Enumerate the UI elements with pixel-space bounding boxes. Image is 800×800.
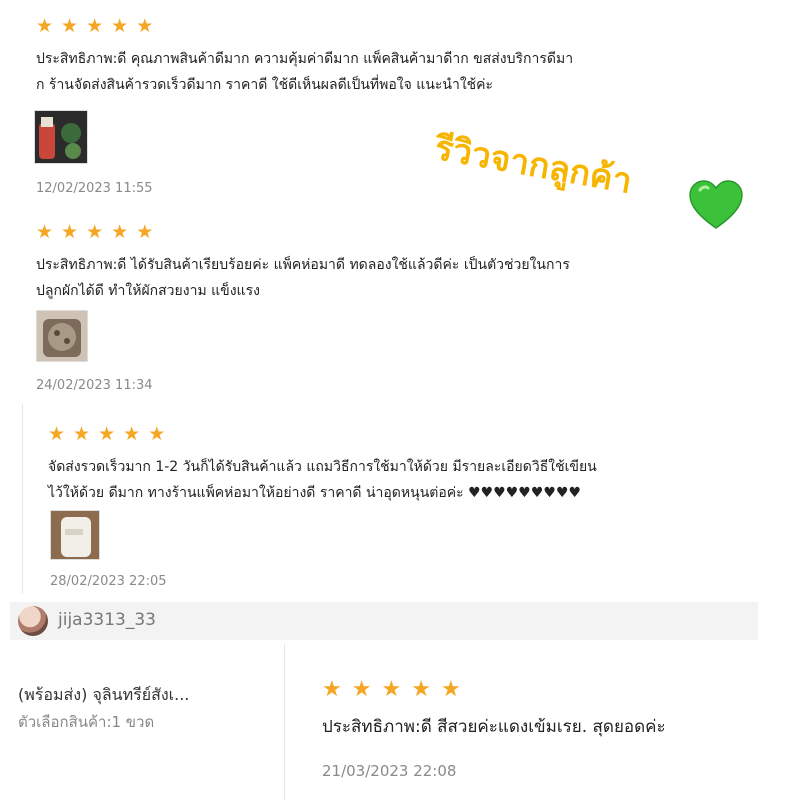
star-icon: ★ (411, 677, 431, 702)
review-date: 12/02/2023 11:55 (36, 181, 153, 196)
review-text: ประสิทธิภาพ:ดี ได้รับสินค้าเรียบร้อยค่ะ … (36, 257, 570, 299)
review-date: 21/03/2023 22:08 (322, 762, 457, 780)
star-icon: ★ (123, 423, 141, 445)
star-icon: ★ (111, 15, 129, 37)
review-photo-thumbnail[interactable] (36, 310, 88, 362)
divider (22, 404, 23, 594)
star-icon: ★ (381, 677, 402, 702)
review-1: ★ ★ ★ ★ ★ ประสิทธิภาพ:ดี คุณภาพสินค้าดีม… (36, 16, 716, 98)
overlay-title: รีวิวจากลูกค้า (431, 127, 635, 202)
star-icon: ★ (61, 221, 79, 243)
username[interactable]: jija3313_33 (58, 610, 156, 630)
review-3: ★ ★ ★ ★ ★ จัดส่งรวดเร็วมาก 1-2 วันก็ได้ร… (48, 424, 708, 506)
star-icon: ★ (36, 221, 54, 243)
rating-stars: ★ ★ ★ ★ ★ (36, 222, 716, 242)
star-icon: ★ (136, 15, 154, 37)
review-4: ★ ★ ★ ★ ★ ประสิทธิภาพ:ดี สีสวยค่ะแดงเข้ม… (322, 677, 782, 740)
star-icon: ★ (86, 15, 104, 37)
review-text: ประสิทธิภาพ:ดี สีสวยค่ะแดงเข้มเรย. สุดยอ… (322, 717, 666, 737)
star-icon: ★ (36, 15, 54, 37)
star-icon: ★ (351, 677, 372, 702)
avatar[interactable] (18, 606, 48, 636)
review-photo-thumbnail[interactable] (34, 110, 88, 164)
divider (284, 644, 285, 800)
star-icon: ★ (322, 677, 342, 702)
review-2: ★ ★ ★ ★ ★ ประสิทธิภาพ:ดี ได้รับสินค้าเรี… (36, 222, 716, 304)
star-icon: ★ (148, 423, 166, 445)
review-photo-thumbnail[interactable] (50, 510, 100, 560)
rating-stars: ★ ★ ★ ★ ★ (322, 677, 782, 702)
rating-stars: ★ ★ ★ ★ ★ (48, 424, 708, 444)
star-icon: ★ (61, 15, 79, 37)
rating-stars: ★ ★ ★ ★ ★ (36, 16, 716, 36)
star-icon: ★ (111, 221, 129, 243)
review-text: ประสิทธิภาพ:ดี คุณภาพสินค้าดีมาก ความคุ้… (36, 51, 574, 93)
review-text: จัดส่งรวดเร็วมาก 1-2 วันก็ได้รับสินค้าแล… (48, 459, 597, 501)
star-icon: ★ (86, 221, 104, 243)
review-date: 28/02/2023 22:05 (50, 574, 167, 589)
product-name[interactable]: (พร้อมส่ง) จุลินทรีย์สังเ... (18, 683, 189, 708)
review-date: 24/02/2023 11:34 (36, 378, 153, 393)
star-icon: ★ (73, 423, 91, 445)
star-icon: ★ (440, 677, 461, 702)
star-icon: ★ (136, 221, 154, 243)
star-icon: ★ (48, 423, 66, 445)
reviewer-bar: jija3313_33 (10, 602, 758, 640)
product-variation: ตัวเลือกสินค้า:1 ขวด (18, 713, 155, 731)
star-icon: ★ (98, 423, 116, 445)
